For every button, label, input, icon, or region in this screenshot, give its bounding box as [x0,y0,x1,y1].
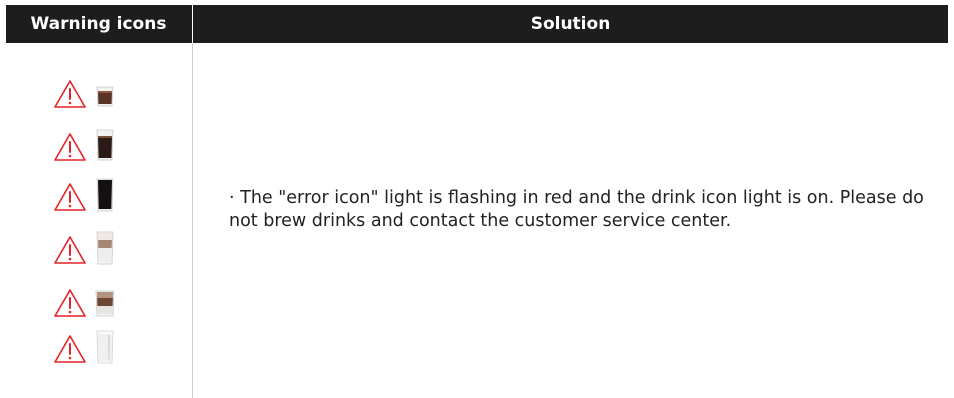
warning-triangle-icon [54,80,86,108]
americano-cup-icon [96,178,114,212]
espresso-cup-icon [96,86,114,107]
warning-row-coffee [53,128,143,164]
coffee-cup-icon [96,129,114,161]
warning-triangle-icon [54,183,86,211]
warning-row-espresso [53,75,143,111]
solution-header: Solution [530,14,611,34]
column-divider [192,43,193,398]
warning-triangle-icon [54,289,86,317]
warning-triangle-icon [54,133,86,161]
table-header: Warning icons Solution [6,5,948,43]
warning-row-milk [53,330,143,366]
milk-glass-icon [96,330,114,364]
warning-triangle-icon [54,236,86,264]
cappuccino-cup-icon [95,290,115,317]
warning-row-americano [53,178,143,214]
latte-macchiato-cup-icon [96,231,114,265]
solution-text: · The "error icon" light is flashing in … [229,188,924,231]
warning-triangle-icon [54,335,86,363]
warning-row-cappuccino [53,284,143,320]
warning-icons-header: Warning icons [30,14,167,34]
warning-row-latte-macchiato [53,231,143,267]
